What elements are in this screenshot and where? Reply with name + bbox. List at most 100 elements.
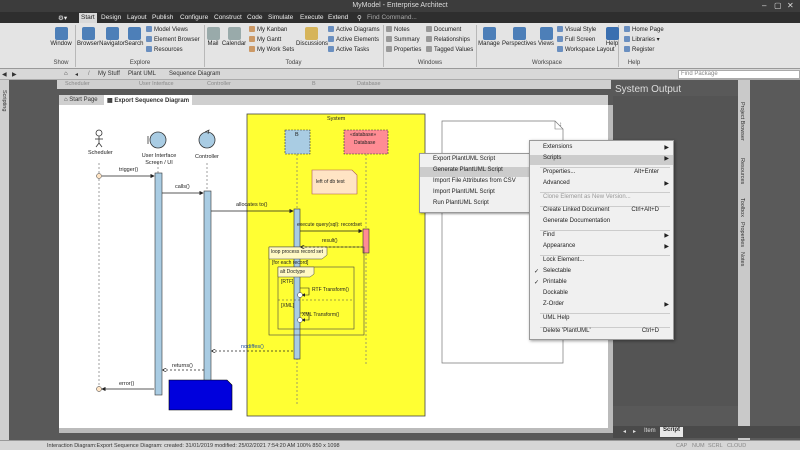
rtf-guard: [RTF] xyxy=(281,279,294,285)
window-button[interactable]: Window xyxy=(48,27,74,47)
menu-publish[interactable]: Publish xyxy=(152,14,173,21)
register-button[interactable]: Register xyxy=(624,46,654,53)
browser-button[interactable]: Browser xyxy=(76,27,100,47)
find-package-input[interactable]: Find Package xyxy=(678,70,800,79)
navigator-button[interactable]: Navigator xyxy=(99,27,125,47)
search-button[interactable]: Search xyxy=(124,27,144,47)
menu-code[interactable]: Code xyxy=(247,14,263,21)
relationships-button[interactable]: Relationships xyxy=(426,36,470,43)
menu-item-export-plantuml[interactable]: Export PlantUML Script xyxy=(420,156,530,166)
tab-notes[interactable]: Notes xyxy=(739,252,745,266)
menu-item-clone-element[interactable]: Clone Element as New Version... xyxy=(530,194,673,204)
menu-item-selectable[interactable]: ✓ Selectable xyxy=(530,268,673,278)
help-button[interactable]: Help xyxy=(604,27,620,47)
menu-configure[interactable]: Configure xyxy=(180,14,208,21)
my-gantt-button[interactable]: My Gantt xyxy=(249,36,281,43)
nav-left-icon[interactable]: ◂ xyxy=(623,428,626,435)
visual-style-button[interactable]: Visual Style xyxy=(557,26,596,33)
nav-right-icon[interactable]: ▸ xyxy=(633,428,636,435)
menu-item-appearance[interactable]: Appearance ▶ xyxy=(530,243,673,253)
ui-activation[interactable] xyxy=(154,172,163,396)
model-views-button[interactable]: Model Views xyxy=(146,26,188,33)
left-dock-tab[interactable]: Scripting xyxy=(1,90,7,111)
menu-item-z-order[interactable]: Z-Order ▶ xyxy=(530,301,673,311)
tab-properties[interactable]: Properties xyxy=(739,222,745,247)
menu-item-import-csv[interactable]: Import File Attributes from CSV xyxy=(420,178,530,188)
close-icon[interactable]: ✕ xyxy=(787,1,794,10)
nav-forward-icon[interactable]: ▶ xyxy=(12,71,17,78)
breadcrumb-my-stuff[interactable]: My Stuff xyxy=(98,71,120,77)
my-work-sets-button[interactable]: My Work Sets xyxy=(249,46,294,53)
menu-extend[interactable]: Extend xyxy=(328,14,348,21)
menu-item-create-linked-document[interactable]: Create Linked Document Ctrl+Alt+D xyxy=(530,207,673,217)
notes-button[interactable]: Notes xyxy=(386,26,410,33)
menu-item-generate-plantuml[interactable]: Generate PlantUML Script xyxy=(420,167,530,177)
menu-item-properties[interactable]: Properties... Alt+Enter xyxy=(530,169,673,179)
tab-toolbox[interactable]: Toolbox xyxy=(739,198,745,217)
ribbon: Window Show Browser Navigator Search Mod… xyxy=(0,23,800,69)
menu-item-run-plantuml[interactable]: Run PlantUML Script xyxy=(420,200,530,210)
blue-artifact[interactable] xyxy=(168,379,233,411)
menu-item-scripts[interactable]: Scripts ▶ xyxy=(530,155,673,165)
breadcrumb-sequence-diagram[interactable]: Sequence Diagram xyxy=(169,71,220,77)
b-activation[interactable] xyxy=(293,208,301,360)
resources-button[interactable]: Resources xyxy=(146,46,183,53)
find-command-input[interactable]: Find Command... xyxy=(367,14,417,21)
mail-button[interactable]: Mail xyxy=(205,27,221,47)
summary-button[interactable]: Summary xyxy=(386,36,420,43)
group-explore: Explore xyxy=(129,60,151,66)
menu-execute[interactable]: Execute xyxy=(300,14,324,21)
menu-item-import-plantuml[interactable]: Import PlantUML Script xyxy=(420,189,530,199)
minimize-icon[interactable]: – xyxy=(762,1,766,10)
libraries-button[interactable]: Libraries ▾ xyxy=(624,36,660,43)
tab-start-page[interactable]: ⌂ Start Page xyxy=(61,95,101,105)
nav-home-icon[interactable]: ⌂ xyxy=(64,71,68,77)
breadcrumb-plant-uml[interactable]: Plant UML xyxy=(128,71,156,77)
controller-activation[interactable] xyxy=(203,190,212,387)
controller-icon[interactable] xyxy=(198,131,216,149)
menu-construct[interactable]: Construct xyxy=(214,14,242,21)
ui-boundary-icon[interactable] xyxy=(149,131,167,149)
full-screen-button[interactable]: Full Screen xyxy=(557,36,595,43)
menu-start[interactable]: Start xyxy=(79,13,97,23)
my-kanban-button[interactable]: My Kanban xyxy=(249,26,287,33)
element-browser-button[interactable]: Element Browser xyxy=(146,36,200,43)
horizontal-scrollbar[interactable] xyxy=(59,428,613,433)
active-diagrams-button[interactable]: Active Diagrams xyxy=(328,26,380,33)
tab-item[interactable]: Item xyxy=(644,428,656,434)
tagged-values-button[interactable]: Tagged Values xyxy=(426,46,473,53)
menu-item-lock-element[interactable]: Lock Element... xyxy=(530,257,673,267)
home-page-button[interactable]: Home Page xyxy=(624,26,664,33)
maximize-icon[interactable]: ▢ xyxy=(774,1,782,10)
menu-item-advanced[interactable]: Advanced ▶ xyxy=(530,180,673,190)
menu-item-find[interactable]: Find ▶ xyxy=(530,232,673,242)
document-button[interactable]: Document xyxy=(426,26,461,33)
menu-item-extensions[interactable]: Extensions ▶ xyxy=(530,144,673,154)
nav-up-icon[interactable]: ◂ xyxy=(75,71,78,78)
manage-button[interactable]: Manage xyxy=(477,27,501,47)
active-tasks-button[interactable]: Active Tasks xyxy=(328,46,369,53)
perspectives-button[interactable]: Perspectives xyxy=(502,27,536,47)
menu-item-generate-documentation[interactable]: Generate Documentation xyxy=(530,218,673,228)
app-icon[interactable]: ⚙▾ xyxy=(58,14,67,22)
nav-back-icon[interactable]: ◀ xyxy=(2,71,7,78)
menu-design[interactable]: Design xyxy=(101,14,121,21)
menu-item-dockable[interactable]: Dockable xyxy=(530,290,673,300)
tab-project-browser[interactable]: Project Browser xyxy=(739,102,745,141)
menu-item-delete[interactable]: Delete 'PlantUML' Ctrl+D xyxy=(530,328,673,338)
menu-item-printable[interactable]: ✓ Printable xyxy=(530,279,673,289)
active-diagrams-icon xyxy=(328,26,334,32)
tab-export-sequence-diagram[interactable]: ▦ Export Sequence Diagram xyxy=(104,95,193,105)
views-button[interactable]: Views xyxy=(537,27,555,47)
tab-script[interactable]: Script xyxy=(660,427,684,437)
tab-resources[interactable]: Resources xyxy=(739,158,745,184)
discussions-button[interactable]: Discussions xyxy=(296,27,328,47)
scheduler-actor[interactable] xyxy=(95,129,103,148)
menu-simulate[interactable]: Simulate xyxy=(268,14,293,21)
workspace-layout-button[interactable]: Workspace Layout xyxy=(557,46,615,53)
active-elements-button[interactable]: Active Elements xyxy=(328,36,379,43)
menu-layout[interactable]: Layout xyxy=(127,14,147,21)
menu-item-uml-help[interactable]: UML Help xyxy=(530,315,673,325)
calendar-button[interactable]: Calendar xyxy=(221,27,247,47)
properties-button[interactable]: Properties xyxy=(386,46,421,53)
